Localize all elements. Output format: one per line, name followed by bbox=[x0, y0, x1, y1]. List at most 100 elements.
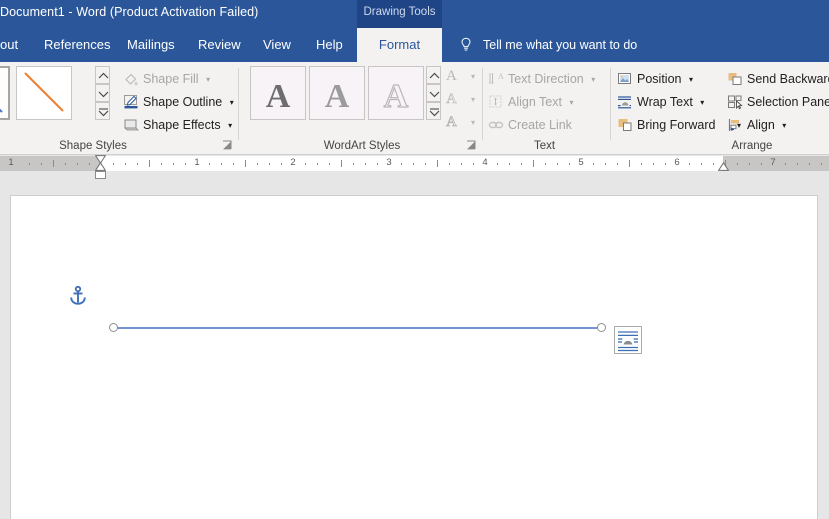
text-direction-label: Text Direction bbox=[508, 72, 584, 86]
create-link-label: Create Link bbox=[508, 118, 572, 132]
wrap-text-button[interactable]: Wrap Text ▾ bbox=[616, 91, 704, 113]
selection-pane-button[interactable]: Selection Pane bbox=[726, 91, 829, 113]
text-effects-button[interactable]: A ▾ bbox=[444, 113, 478, 133]
ruler-number: 5 bbox=[578, 157, 584, 168]
text-direction-icon: A bbox=[489, 72, 504, 85]
align-objects-button[interactable]: Align ▾ bbox=[726, 114, 786, 136]
gallery-scroll-down-button[interactable] bbox=[95, 84, 110, 102]
text-effects-glyph: A bbox=[446, 114, 458, 131]
horizontal-ruler[interactable]: 1 1 2 3 4 5 6 7 bbox=[0, 155, 829, 181]
align-text-label: Align Text bbox=[508, 95, 562, 109]
chevron-down-icon: ▾ bbox=[470, 95, 475, 104]
align-text-icon bbox=[489, 95, 502, 108]
anchor-icon[interactable] bbox=[67, 285, 89, 307]
shape-styles-group-label: Shape Styles bbox=[59, 140, 127, 152]
shape-handle-end[interactable] bbox=[597, 323, 606, 332]
bring-forward-icon bbox=[618, 119, 632, 131]
ribbon: Shape Fill ▾ Shape Outline ▾ Shape Effec… bbox=[0, 62, 829, 155]
contextual-tab-group-label: Drawing Tools bbox=[363, 6, 436, 18]
straight-line-connector-shape[interactable] bbox=[113, 327, 602, 329]
wrap-text-icon bbox=[618, 96, 631, 109]
ruler-number: 3 bbox=[386, 157, 392, 168]
create-link-button[interactable]: Create Link bbox=[487, 114, 572, 136]
tab-references[interactable]: References bbox=[34, 28, 120, 62]
ribbon-group-shape-styles: Shape Fill ▾ Shape Outline ▾ Shape Effec… bbox=[0, 62, 234, 155]
align-objects-label: Align bbox=[747, 118, 775, 132]
window-title: Document1 - Word (Product Activation Fai… bbox=[0, 5, 259, 19]
text-direction-button[interactable]: A Text Direction ▾ bbox=[487, 68, 595, 90]
gallery-scroll-up-button[interactable] bbox=[95, 66, 110, 84]
left-indent-marker[interactable] bbox=[95, 171, 106, 179]
lightbulb-icon bbox=[461, 37, 471, 51]
ruler-number: 2 bbox=[290, 157, 296, 168]
bring-forward-button[interactable]: Bring Forward ▾ bbox=[616, 114, 741, 136]
chevron-down-icon: ▾ bbox=[569, 97, 574, 107]
group-divider bbox=[238, 68, 239, 140]
chevron-down-icon: ▾ bbox=[700, 97, 705, 107]
wordart-scroll-down-button[interactable] bbox=[426, 84, 441, 102]
tab-format[interactable]: Format bbox=[357, 28, 442, 62]
tab-view[interactable]: View bbox=[253, 28, 301, 62]
selection-pane-icon bbox=[728, 95, 743, 110]
tab-help[interactable]: Help bbox=[306, 28, 353, 62]
wrap-text-label: Wrap Text bbox=[637, 95, 693, 109]
ribbon-group-wordart-styles: A A A A ▾ A ▾ A ▾ WordArt Styles bbox=[244, 62, 480, 155]
word-window: Document1 - Word (Product Activation Fai… bbox=[0, 0, 829, 519]
shape-outline-label: Shape Outline bbox=[143, 95, 223, 109]
text-outline-glyph: A bbox=[446, 91, 457, 108]
text-fill-button[interactable]: A ▾ bbox=[444, 67, 478, 87]
chevron-down-icon: ▾ bbox=[782, 120, 787, 130]
layout-options-square-wrap-icon bbox=[618, 331, 638, 352]
tab-mailings[interactable]: Mailings bbox=[117, 28, 185, 62]
position-label: Position bbox=[637, 72, 682, 86]
svg-text:A: A bbox=[498, 72, 504, 81]
document-canvas[interactable] bbox=[0, 181, 829, 519]
wordart-scroll-up-button[interactable] bbox=[426, 66, 441, 84]
shape-fill-label: Shape Fill bbox=[143, 72, 199, 86]
ribbon-tab-strip: out References Mailings Review View Help… bbox=[0, 28, 829, 62]
layout-options-button[interactable] bbox=[614, 326, 642, 354]
wordart-gallery-scroll bbox=[426, 66, 441, 120]
shape-styles-gallery-scroll bbox=[95, 66, 110, 120]
shape-effects-button[interactable]: Shape Effects ▾ bbox=[122, 114, 232, 136]
selection-pane-label: Selection Pane bbox=[747, 95, 829, 109]
tell-me-search-box[interactable]: Tell me what you want to do bbox=[483, 28, 637, 62]
ruler-number: 7 bbox=[770, 157, 776, 168]
wordart-more-button[interactable] bbox=[426, 102, 441, 120]
ribbon-group-text: A Text Direction ▾ Align Text ▾ Create L… bbox=[487, 62, 602, 155]
send-backward-button[interactable]: Send Backward bbox=[726, 68, 829, 90]
group-divider bbox=[482, 68, 483, 140]
text-group-label: Text bbox=[533, 140, 556, 152]
svg-text:A: A bbox=[384, 78, 409, 115]
shape-handle-start[interactable] bbox=[109, 323, 118, 332]
shape-style-blue-line[interactable] bbox=[0, 66, 10, 120]
wordart-style-3[interactable]: A bbox=[368, 66, 424, 120]
shape-outline-button[interactable]: Shape Outline ▾ bbox=[122, 91, 234, 113]
create-link-icon bbox=[488, 121, 504, 129]
send-backward-icon bbox=[728, 73, 742, 85]
shape-style-orange-line[interactable] bbox=[16, 66, 72, 120]
send-backward-label: Send Backward bbox=[747, 72, 829, 86]
contextual-tab-group: Drawing Tools bbox=[357, 0, 442, 28]
tab-review[interactable]: Review bbox=[188, 28, 251, 62]
chevron-down-icon: ▾ bbox=[206, 74, 211, 84]
shape-fill-button[interactable]: Shape Fill ▾ bbox=[122, 68, 210, 90]
wordart-styles-dialog-launcher-icon[interactable] bbox=[466, 140, 477, 151]
position-button[interactable]: Position ▾ bbox=[616, 68, 693, 90]
tab-layout[interactable]: out bbox=[0, 28, 28, 62]
document-page[interactable] bbox=[10, 195, 818, 519]
ruler-number: 1 bbox=[194, 157, 200, 168]
ruler-number: 1 bbox=[8, 157, 14, 168]
wordart-style-1[interactable]: A bbox=[250, 66, 306, 120]
wordart-style-2[interactable]: A bbox=[309, 66, 365, 120]
ribbon-group-arrange: Position ▾ Wrap Text ▾ Bring Forward ▾ S… bbox=[616, 62, 829, 155]
text-outline-button[interactable]: A ▾ bbox=[444, 90, 478, 110]
right-indent-marker-icon[interactable] bbox=[718, 162, 729, 171]
shape-effects-icon bbox=[124, 119, 139, 131]
ruler-number: 4 bbox=[482, 157, 488, 168]
gallery-more-button[interactable] bbox=[95, 102, 110, 120]
hanging-indent-marker-icon[interactable] bbox=[95, 162, 106, 171]
shape-styles-dialog-launcher-icon[interactable] bbox=[222, 140, 233, 151]
align-text-button[interactable]: Align Text ▾ bbox=[487, 91, 573, 113]
svg-text:A: A bbox=[266, 78, 291, 115]
